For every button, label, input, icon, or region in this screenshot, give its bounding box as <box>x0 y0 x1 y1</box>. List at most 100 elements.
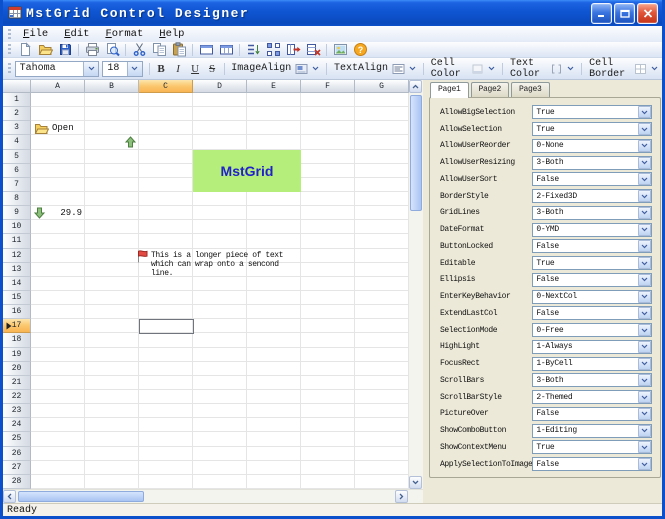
grid-row-cells[interactable] <box>31 461 409 475</box>
property-dropdown-allowselection[interactable]: True <box>532 122 653 137</box>
menu-item-format[interactable]: Format <box>97 27 151 42</box>
tab-page3[interactable]: Page3 <box>511 82 550 97</box>
property-dropdown-showcombobutton[interactable]: 1-Editing <box>532 423 653 438</box>
column-header-e[interactable]: E <box>247 80 301 93</box>
dropdown-arrow-icon[interactable] <box>638 290 652 303</box>
grid-row-cells[interactable] <box>31 475 409 489</box>
row-header-5[interactable]: 5 <box>3 149 31 164</box>
grid-cell-a9[interactable]: 29.9 <box>31 206 85 220</box>
dropdown-arrow-icon[interactable] <box>83 61 99 76</box>
horizontal-scroll-thumb[interactable] <box>18 491 144 502</box>
grid-corner-cell[interactable] <box>3 80 31 93</box>
grid-row-cells[interactable] <box>31 447 409 461</box>
property-dropdown-selectionmode[interactable]: 0-Free <box>532 323 653 338</box>
grid-row-cells[interactable] <box>31 404 409 419</box>
dropdown-arrow-icon[interactable] <box>638 190 652 203</box>
column-header-d[interactable]: D <box>193 80 247 93</box>
row-header-19[interactable]: 19 <box>3 347 31 362</box>
row-header-1[interactable]: 1 <box>3 93 31 108</box>
grid-row-cells[interactable] <box>31 107 409 122</box>
vertical-scrollbar[interactable] <box>409 80 423 489</box>
row-header-9[interactable]: 9 <box>3 206 31 221</box>
selected-cell-focus-rect[interactable] <box>139 319 194 335</box>
spreadsheet-grid[interactable]: A B C D E F G 1 2 3 4 5 6 7 8 9 10 11 12 13 14 15 16 17 18 19 20 21… <box>3 80 423 503</box>
grid-row-cells[interactable] <box>31 277 409 291</box>
grid-row-cells[interactable] <box>31 390 409 405</box>
font-size-combo[interactable]: 18 <box>102 60 143 77</box>
dropdown-arrow-icon[interactable] <box>638 106 652 119</box>
column-header-c[interactable]: C <box>139 80 193 93</box>
menu-item-help[interactable]: Help <box>151 27 192 42</box>
imagealign-dropdown[interactable]: ImageAlign <box>227 60 323 77</box>
row-header-7[interactable]: 7 <box>3 177 31 192</box>
row-header-15[interactable]: 15 <box>3 290 31 306</box>
row-header-16[interactable]: 16 <box>3 305 31 320</box>
scroll-down-button[interactable] <box>409 476 422 489</box>
dropdown-arrow-icon[interactable] <box>638 324 652 337</box>
grid-row-cells[interactable] <box>31 291 409 306</box>
row-header-24[interactable]: 24 <box>3 418 31 433</box>
grid-row-cells[interactable] <box>31 121 409 136</box>
table-columns-button[interactable] <box>216 42 236 57</box>
row-header-12[interactable]: 12 <box>3 248 31 263</box>
row-header-26[interactable]: 26 <box>3 446 31 461</box>
grid-cell-b4[interactable] <box>85 135 139 149</box>
dropdown-arrow-icon[interactable] <box>638 307 652 320</box>
dropdown-arrow-icon[interactable] <box>638 139 652 152</box>
paste-button[interactable] <box>169 42 189 57</box>
underline-button[interactable]: U <box>187 61 204 77</box>
close-button[interactable] <box>637 2 658 24</box>
column-header-b[interactable]: B <box>85 80 139 93</box>
row-header-2[interactable]: 2 <box>3 107 31 122</box>
grid-cell-a3[interactable]: Open <box>31 121 85 135</box>
grid-row-cells[interactable] <box>31 376 409 390</box>
dropdown-arrow-icon[interactable] <box>638 123 652 136</box>
property-dropdown-highlight[interactable]: 1-Always <box>532 339 653 354</box>
copy-button[interactable] <box>149 42 169 57</box>
dropdown-arrow-icon[interactable] <box>638 273 652 286</box>
grid-row-cells[interactable] <box>31 192 409 207</box>
split-cells-button[interactable] <box>263 42 283 57</box>
property-dropdown-scrollbars[interactable]: 3-Both <box>532 373 653 388</box>
note-cell[interactable]: This is a longer piece of text which can… <box>136 249 314 279</box>
new-document-button[interactable] <box>15 42 35 57</box>
menu-item-file[interactable]: File <box>15 27 56 42</box>
property-dropdown-extendlastcol[interactable]: False <box>532 306 653 321</box>
font-name-combo[interactable]: Tahoma <box>14 60 100 77</box>
row-header-18[interactable]: 18 <box>3 333 31 348</box>
property-dropdown-editable[interactable]: True <box>532 256 653 271</box>
row-header-4[interactable]: 4 <box>3 135 31 150</box>
row-header-27[interactable]: 27 <box>3 460 31 475</box>
dropdown-arrow-icon[interactable] <box>638 156 652 169</box>
grid-row-cells[interactable] <box>31 362 409 376</box>
cell-border-dropdown[interactable]: Cell Border <box>585 58 662 80</box>
property-dropdown-dateformat[interactable]: 0-YMD <box>532 222 653 237</box>
property-dropdown-gridlines[interactable]: 3-Both <box>532 205 653 220</box>
row-header-3[interactable]: 3 <box>3 121 31 136</box>
minimize-button[interactable] <box>591 2 612 24</box>
grid-row-cells[interactable] <box>31 432 409 447</box>
column-header-g[interactable]: G <box>355 80 409 93</box>
dropdown-arrow-icon[interactable] <box>638 257 652 270</box>
row-header-10[interactable]: 10 <box>3 220 31 235</box>
strikethrough-button[interactable]: S <box>204 61 221 77</box>
tab-page2[interactable]: Page2 <box>470 82 510 97</box>
dropdown-arrow-icon[interactable] <box>638 391 652 404</box>
row-header-11[interactable]: 11 <box>3 234 31 249</box>
dropdown-arrow-icon[interactable] <box>638 206 652 219</box>
row-header-20[interactable]: 20 <box>3 361 31 376</box>
grid-row-cells[interactable] <box>31 319 409 334</box>
cut-button[interactable] <box>129 42 149 57</box>
dropdown-arrow-icon[interactable] <box>638 240 652 253</box>
bold-button[interactable]: B <box>153 61 170 77</box>
delete-row-button[interactable] <box>303 42 323 57</box>
property-dropdown-allowusersort[interactable]: False <box>532 172 653 187</box>
property-dropdown-focusrect[interactable]: 1-ByCell <box>532 356 653 371</box>
save-button[interactable] <box>55 42 75 57</box>
scroll-up-button[interactable] <box>409 80 422 93</box>
picture-button[interactable] <box>330 42 350 57</box>
grid-row-cells[interactable] <box>31 234 409 249</box>
row-header-25[interactable]: 25 <box>3 432 31 447</box>
open-folder-button[interactable] <box>35 42 55 57</box>
dropdown-arrow-icon[interactable] <box>638 173 652 186</box>
